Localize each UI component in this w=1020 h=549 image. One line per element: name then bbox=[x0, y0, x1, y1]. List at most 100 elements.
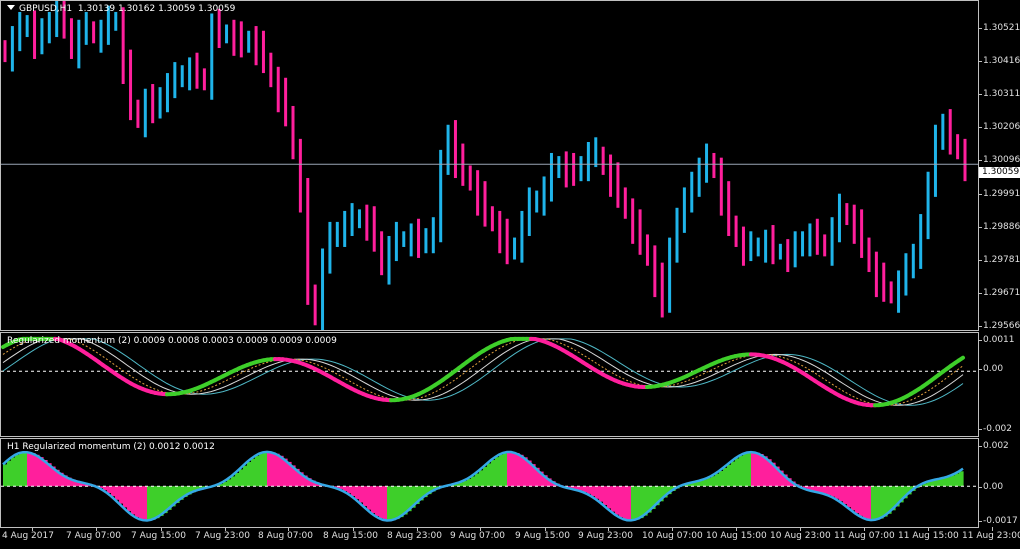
time-tick-mark bbox=[225, 527, 226, 531]
histogram-bar bbox=[607, 486, 612, 509]
time-tick-mark bbox=[928, 527, 929, 531]
histogram-bar bbox=[371, 486, 376, 514]
symbol-label: GBPUSD,H1 bbox=[19, 4, 73, 14]
histogram-bars bbox=[1, 450, 978, 522]
histogram-bar bbox=[235, 473, 240, 487]
time-tick-mark bbox=[800, 527, 801, 531]
histogram-bar bbox=[759, 454, 764, 487]
time-tick: 11 Aug 23:00 bbox=[962, 531, 1020, 541]
time-tick-mark bbox=[288, 527, 289, 531]
histogram-bar bbox=[243, 465, 248, 487]
histogram-bar bbox=[279, 455, 284, 487]
histogram-bar bbox=[843, 486, 848, 505]
momentum-line-segment bbox=[957, 355, 965, 363]
histogram-bar bbox=[587, 486, 592, 494]
histogram-bar bbox=[355, 486, 360, 500]
histogram-bar bbox=[739, 455, 744, 487]
histogram-bar bbox=[595, 486, 600, 499]
price-tick: 1.29991 bbox=[978, 189, 1020, 199]
histogram-bar bbox=[519, 454, 524, 487]
histogram-bar bbox=[155, 486, 160, 519]
histogram-bar bbox=[751, 452, 756, 487]
time-tick: 11 Aug 07:00 bbox=[834, 531, 895, 541]
histogram-bar bbox=[867, 486, 872, 520]
histogram-bar bbox=[503, 452, 508, 487]
histogram-bar bbox=[507, 452, 512, 487]
histogram-bar bbox=[727, 464, 732, 487]
histogram-bar bbox=[747, 452, 752, 487]
time-tick: 10 Aug 15:00 bbox=[706, 531, 767, 541]
price-tick: 1.30416 bbox=[978, 56, 1020, 66]
histogram-bar bbox=[847, 486, 852, 508]
time-tick: 10 Aug 07:00 bbox=[642, 531, 703, 541]
histogram-bar bbox=[635, 486, 640, 520]
histogram-bar bbox=[471, 476, 476, 487]
histogram-bar bbox=[631, 486, 636, 521]
time-tick-mark bbox=[480, 527, 481, 531]
histogram-bar bbox=[127, 486, 132, 512]
time-tick-mark bbox=[32, 527, 33, 531]
time-tick-mark bbox=[353, 527, 354, 531]
histogram-bar bbox=[499, 454, 504, 487]
histogram-bar bbox=[239, 469, 244, 487]
histogram-pane[interactable]: H1 Regularized momentum (2) 0.0012 0.001… bbox=[0, 438, 979, 528]
histogram-bar bbox=[619, 486, 624, 518]
histogram-bar bbox=[875, 486, 880, 520]
histogram-bar bbox=[143, 486, 148, 521]
histogram-bar bbox=[479, 470, 484, 487]
momentum-pane[interactable]: Regularized momentum (2) 0.0009 0.0008 0… bbox=[0, 332, 979, 437]
histogram-bar bbox=[23, 452, 28, 487]
price-tick: 1.29781 bbox=[978, 255, 1020, 265]
histogram-bar bbox=[251, 458, 256, 487]
histogram-bar bbox=[115, 486, 120, 500]
dropdown-triangle-icon[interactable] bbox=[7, 5, 15, 10]
time-tick: 8 Aug 15:00 bbox=[323, 531, 378, 541]
histogram-bar bbox=[615, 486, 620, 515]
time-tick-mark bbox=[736, 527, 737, 531]
time-tick: 8 Aug 23:00 bbox=[387, 531, 442, 541]
histogram-bar bbox=[3, 464, 8, 487]
histogram-bar bbox=[879, 486, 884, 519]
histogram-bar bbox=[379, 486, 384, 519]
histogram-bar bbox=[119, 486, 124, 504]
histogram-bar bbox=[951, 475, 956, 487]
histogram-bar bbox=[275, 453, 280, 487]
histogram-bar bbox=[247, 462, 252, 487]
price-tick: 1.30311 bbox=[978, 89, 1020, 99]
price-tick: 1.30521 bbox=[978, 23, 1020, 33]
histogram-bar bbox=[763, 456, 768, 487]
current-price-label: 1.30059 bbox=[979, 167, 1020, 178]
price-tick: 1.29886 bbox=[978, 222, 1020, 232]
histogram-bar bbox=[147, 486, 152, 521]
histogram-bar bbox=[735, 458, 740, 487]
histogram-bar bbox=[959, 471, 964, 487]
histogram-bar bbox=[131, 486, 136, 515]
histogram-axis: 0.002 0.00 -0.0017 bbox=[978, 438, 1020, 528]
time-tick: 9 Aug 15:00 bbox=[515, 531, 570, 541]
histogram-tick: -0.0017 bbox=[979, 516, 1018, 526]
time-tick-mark bbox=[96, 527, 97, 531]
histogram-bar bbox=[255, 455, 260, 487]
histogram-bar bbox=[259, 453, 264, 487]
histogram-bar bbox=[359, 486, 364, 503]
time-tick-mark bbox=[672, 527, 673, 531]
time-tick-mark bbox=[992, 527, 993, 531]
price-chart-pane[interactable]: GBPUSD,H1 1.30139 1.30162 1.30059 1.3005… bbox=[0, 0, 979, 331]
momentum-lines bbox=[1, 336, 978, 408]
histogram-bar bbox=[367, 486, 372, 510]
histogram-bar bbox=[707, 478, 712, 487]
ohlc-readout: 1.30139 1.30162 1.30059 1.30059 bbox=[77, 4, 236, 14]
time-tick-mark bbox=[417, 527, 418, 531]
histogram-bar bbox=[395, 486, 400, 520]
histogram-bar bbox=[35, 454, 40, 487]
histogram-bar bbox=[883, 486, 888, 517]
histogram-bar bbox=[363, 486, 368, 507]
momentum-tick: 0.0011 bbox=[979, 335, 1015, 345]
histogram-bar bbox=[859, 486, 864, 516]
histogram-bar bbox=[495, 457, 500, 487]
histogram-bar bbox=[511, 452, 516, 487]
histogram-bar bbox=[111, 486, 116, 497]
histogram-bar bbox=[955, 473, 960, 487]
histogram-bar bbox=[475, 473, 480, 487]
histogram-bar bbox=[123, 486, 128, 508]
